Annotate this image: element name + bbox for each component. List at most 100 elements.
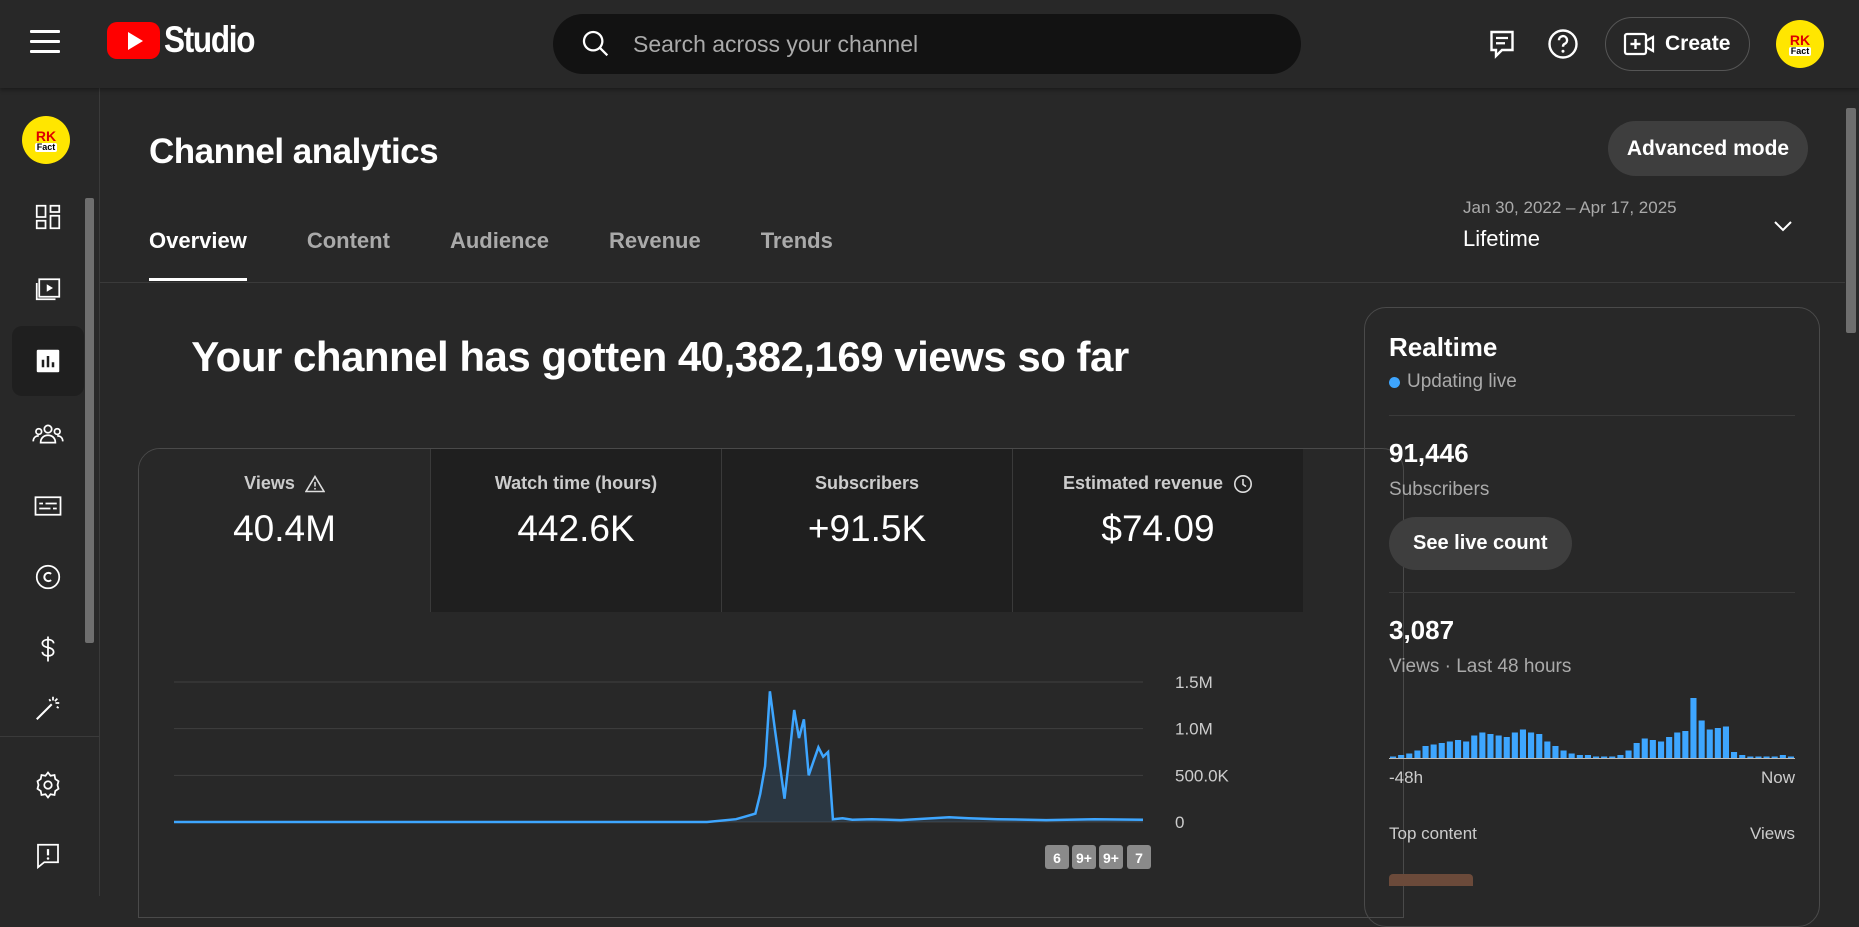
metric-watch-time[interactable]: Watch time (hours) 442.6K — [430, 449, 721, 612]
page-scrollbar[interactable] — [1846, 108, 1856, 333]
realtime-bar[interactable] — [1414, 750, 1421, 759]
top-content-header: Top content Views — [1389, 824, 1795, 844]
tabs-divider — [100, 282, 1845, 283]
views-series-line[interactable] — [174, 691, 1144, 824]
realtime-bar[interactable] — [1446, 741, 1453, 759]
search-input[interactable] — [633, 30, 1233, 58]
views-headline: Your channel has gotten 40,382,169 views… — [191, 333, 1129, 380]
realtime-bar[interactable] — [1633, 743, 1640, 758]
create-button[interactable]: Create — [1605, 17, 1750, 71]
realtime-bar[interactable] — [1438, 743, 1445, 758]
tab-content[interactable]: Content — [307, 228, 390, 281]
advanced-mode-button[interactable]: Advanced mode — [1608, 121, 1808, 176]
sidebar-scrollbar[interactable] — [85, 198, 94, 643]
channel-avatar[interactable]: RK Fact — [22, 116, 70, 164]
customization-icon — [36, 696, 60, 720]
realtime-bar[interactable] — [1406, 753, 1413, 759]
realtime-bar[interactable] — [1666, 737, 1673, 758]
realtime-bar[interactable] — [1755, 756, 1762, 759]
top-content-thumbnail[interactable] — [1389, 874, 1473, 886]
help-icon[interactable] — [1545, 26, 1581, 62]
realtime-bar[interactable] — [1690, 698, 1697, 758]
dashboard-icon — [35, 204, 61, 230]
sidebar-item-customization[interactable] — [12, 688, 84, 728]
realtime-bar[interactable] — [1560, 750, 1567, 759]
feedback-messages-icon[interactable] — [1484, 26, 1520, 62]
account-avatar[interactable]: RK Fact — [1776, 20, 1824, 68]
realtime-bar[interactable] — [1625, 750, 1632, 759]
realtime-bar[interactable] — [1649, 740, 1656, 758]
tab-revenue[interactable]: Revenue — [609, 228, 701, 281]
realtime-bar[interactable] — [1771, 756, 1778, 759]
tab-overview[interactable]: Overview — [149, 228, 247, 281]
realtime-bar[interactable] — [1658, 741, 1665, 759]
realtime-bar[interactable] — [1398, 755, 1405, 758]
realtime-bar[interactable] — [1390, 756, 1397, 759]
realtime-bar[interactable] — [1747, 756, 1754, 759]
channel-avatar-subtext: Fact — [34, 141, 58, 152]
realtime-bar[interactable] — [1511, 732, 1518, 759]
studio-logo[interactable]: Studio — [107, 19, 270, 60]
search-icon[interactable] — [579, 27, 613, 61]
metric-views[interactable]: Views 40.4M — [139, 449, 430, 612]
warning-icon[interactable] — [304, 474, 325, 493]
realtime-bar[interactable] — [1576, 755, 1583, 758]
realtime-bar[interactable] — [1479, 732, 1486, 759]
menu-icon[interactable] — [30, 30, 60, 56]
realtime-bar[interactable] — [1787, 756, 1794, 759]
sidebar-item-feedback[interactable] — [12, 821, 84, 891]
realtime-bar[interactable] — [1430, 744, 1437, 759]
date-range-picker[interactable]: Jan 30, 2022 – Apr 17, 2025 Lifetime — [1463, 198, 1803, 258]
see-live-count-button[interactable]: See live count — [1389, 517, 1572, 570]
realtime-bar[interactable] — [1455, 740, 1462, 758]
sidebar-item-subtitles[interactable] — [12, 471, 84, 541]
tab-audience[interactable]: Audience — [450, 228, 549, 281]
realtime-bar[interactable] — [1601, 756, 1608, 759]
top-content-label: Top content — [1389, 824, 1477, 843]
logo-text: Studio — [164, 19, 255, 60]
clock-icon[interactable] — [1233, 474, 1253, 494]
realtime-bar[interactable] — [1674, 732, 1681, 759]
realtime-bar[interactable] — [1495, 735, 1502, 759]
realtime-bar[interactable] — [1617, 755, 1624, 758]
realtime-bar[interactable] — [1593, 756, 1600, 759]
realtime-bar[interactable] — [1763, 756, 1770, 759]
realtime-bar[interactable] — [1779, 755, 1786, 758]
realtime-bar[interactable] — [1463, 741, 1470, 759]
realtime-bar[interactable] — [1536, 734, 1543, 758]
realtime-axis-end: Now — [1760, 768, 1795, 787]
realtime-bar[interactable] — [1422, 746, 1429, 758]
realtime-bar[interactable] — [1584, 755, 1591, 758]
realtime-bar[interactable] — [1503, 737, 1510, 758]
search-bar[interactable] — [553, 14, 1301, 74]
sidebar-item-earn[interactable] — [12, 614, 84, 684]
realtime-bar[interactable] — [1706, 729, 1713, 759]
realtime-bar[interactable] — [1552, 746, 1559, 758]
realtime-bar[interactable] — [1471, 735, 1478, 759]
tab-trends[interactable]: Trends — [761, 228, 833, 281]
realtime-bar[interactable] — [1528, 732, 1535, 759]
realtime-bar[interactable] — [1641, 738, 1648, 759]
realtime-bar[interactable] — [1739, 755, 1746, 758]
views-area — [174, 691, 1143, 822]
realtime-bar[interactable] — [1487, 734, 1494, 758]
metric-revenue[interactable]: Estimated revenue $74.09 — [1012, 449, 1303, 612]
realtime-bar[interactable] — [1519, 729, 1526, 759]
sidebar-item-settings[interactable] — [12, 750, 84, 820]
sidebar-item-community[interactable] — [12, 399, 84, 469]
realtime-bar[interactable] — [1682, 731, 1689, 758]
sidebar-item-copyright[interactable] — [12, 542, 84, 612]
realtime-bar[interactable] — [1568, 753, 1575, 759]
video-marker-label: 7 — [1135, 850, 1143, 866]
realtime-bar[interactable] — [1609, 756, 1616, 759]
realtime-bar[interactable] — [1722, 726, 1729, 759]
realtime-views-value: 3,087 — [1389, 615, 1455, 645]
realtime-bar[interactable] — [1714, 728, 1721, 758]
sidebar-item-dashboard[interactable] — [12, 182, 84, 252]
metric-subscribers[interactable]: Subscribers +91.5K — [721, 449, 1012, 612]
realtime-bar[interactable] — [1698, 720, 1705, 759]
realtime-bar[interactable] — [1731, 752, 1738, 758]
sidebar-item-content[interactable] — [12, 253, 84, 323]
realtime-bar[interactable] — [1544, 741, 1551, 759]
sidebar-item-analytics[interactable] — [12, 326, 84, 396]
